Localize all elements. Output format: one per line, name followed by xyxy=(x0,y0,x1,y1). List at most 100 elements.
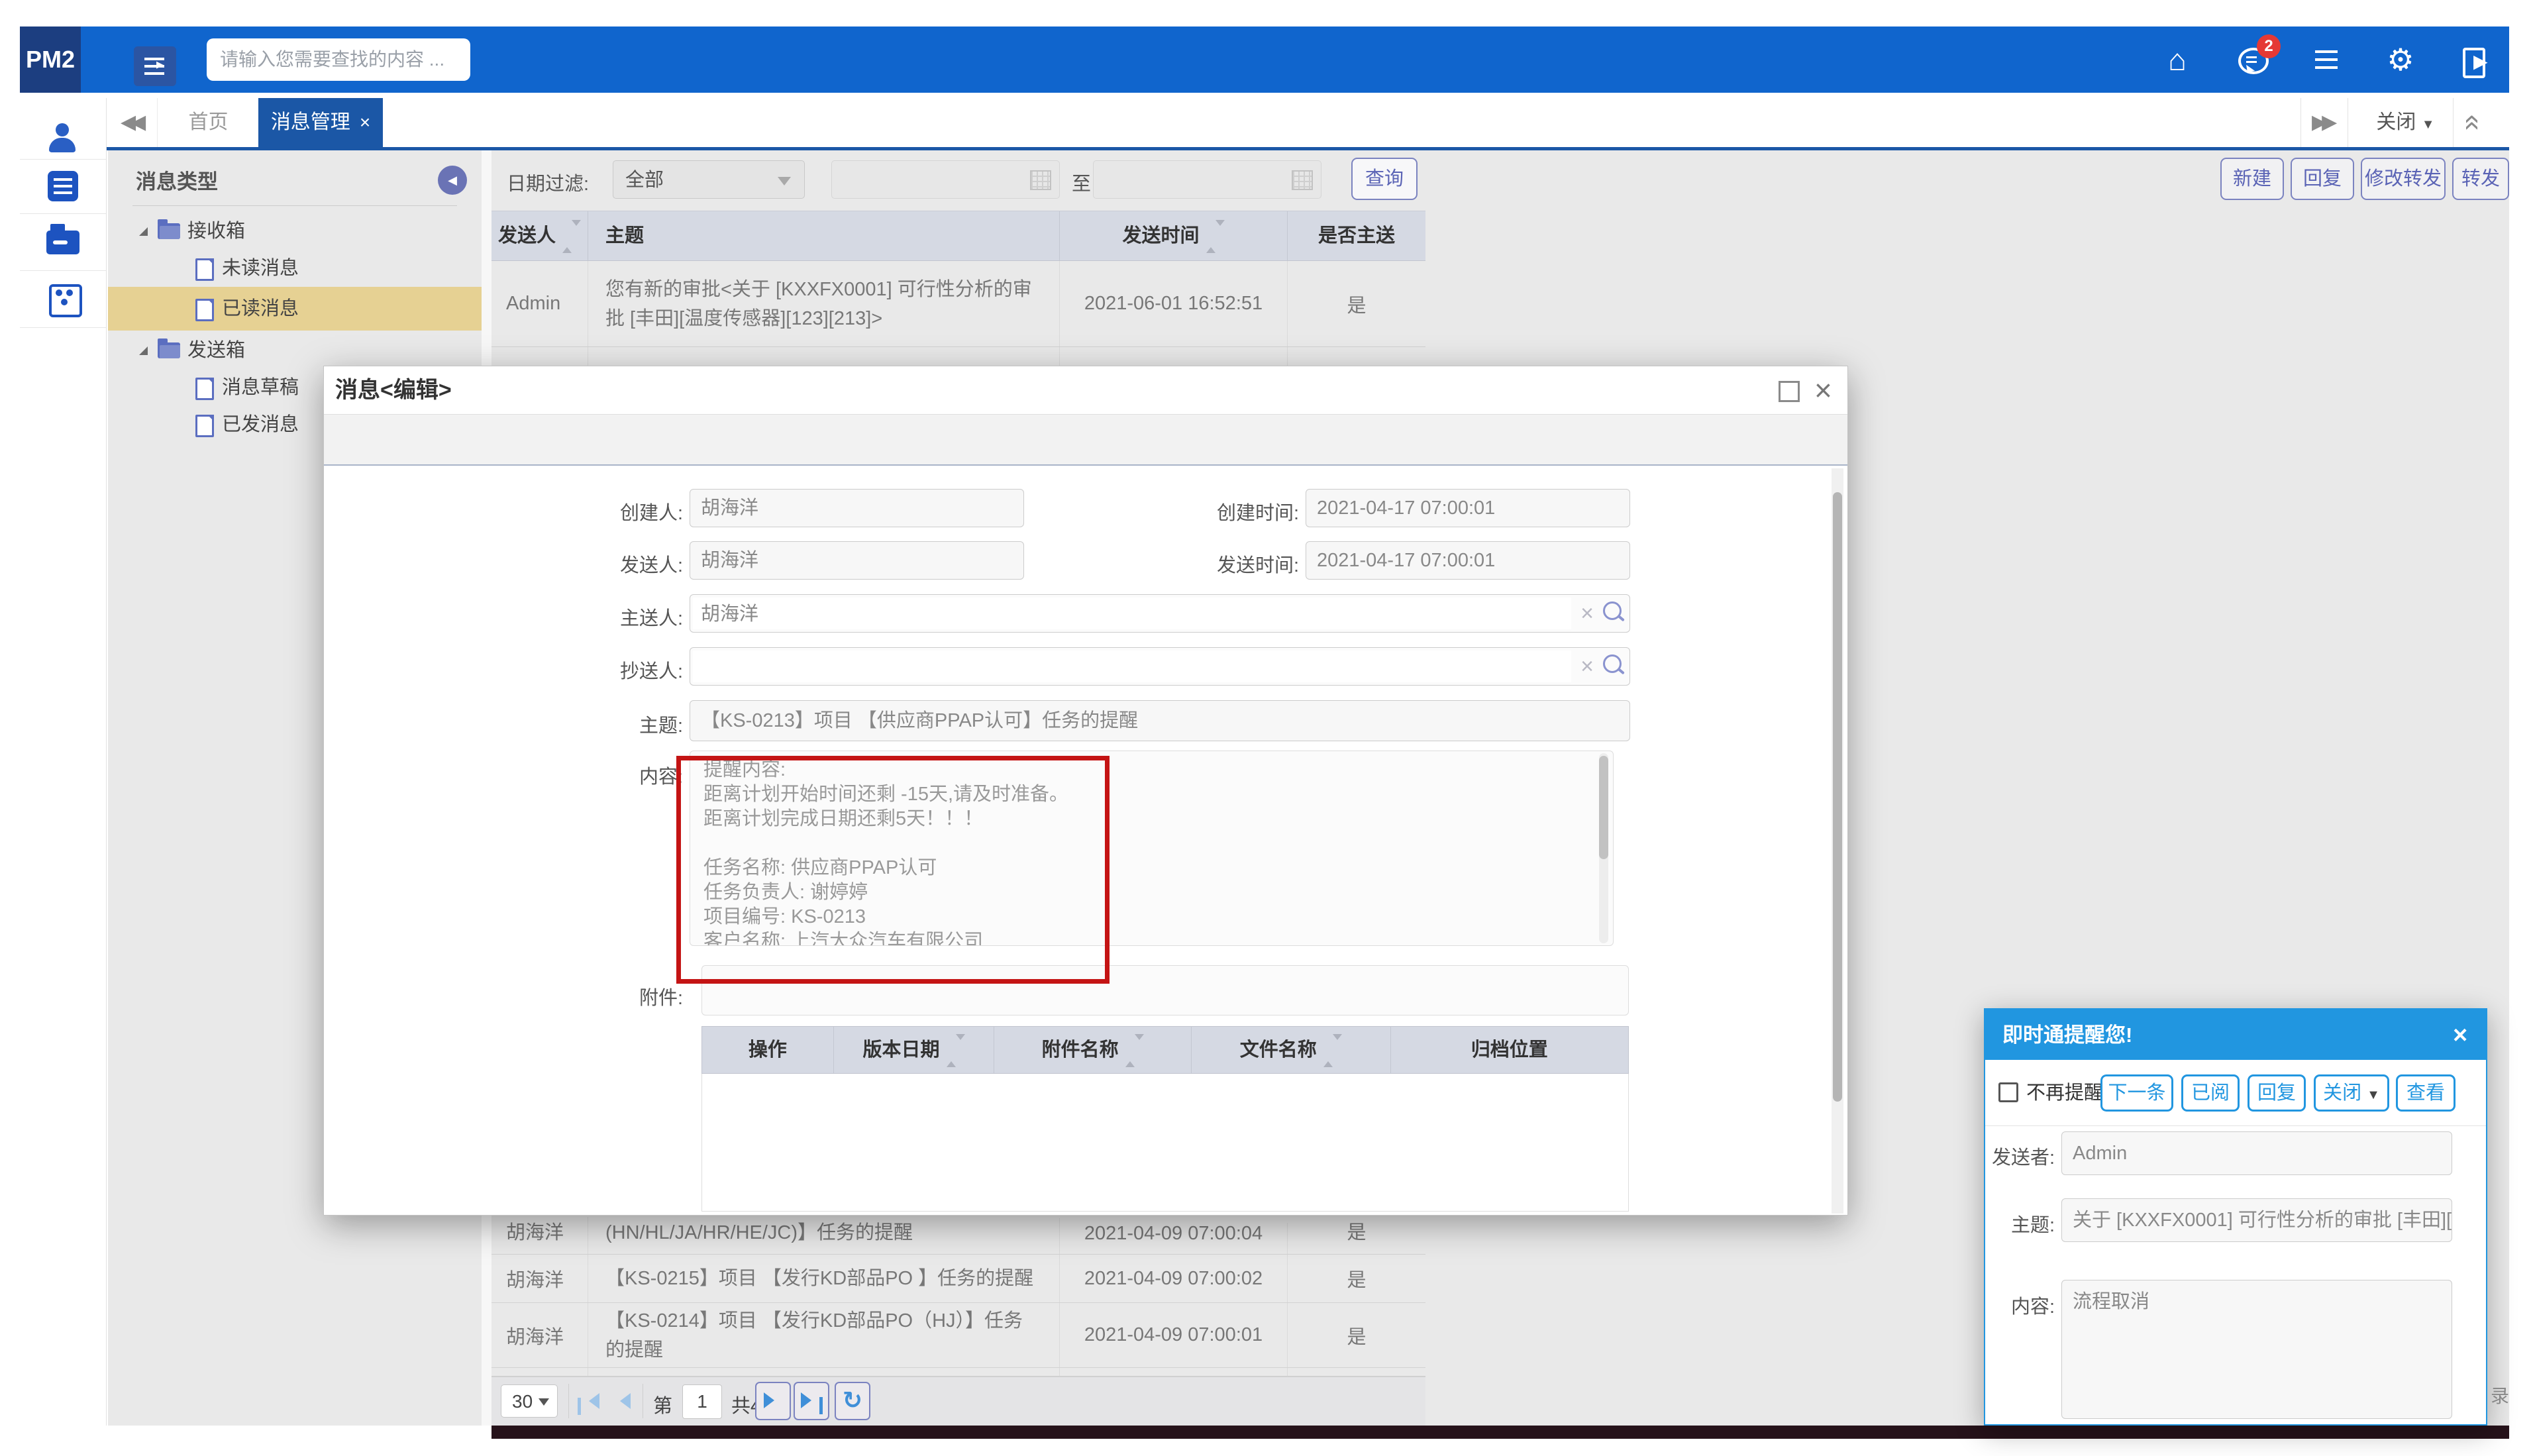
sort-icon[interactable] xyxy=(947,1027,965,1074)
task-list-icon[interactable] xyxy=(48,171,78,201)
col-attachment-name[interactable]: 附件名称 xyxy=(994,1027,1192,1073)
date-from-input[interactable] xyxy=(831,160,1060,199)
page-number-input[interactable]: 1 xyxy=(682,1384,722,1419)
calendar-icon[interactable] xyxy=(1292,170,1313,190)
tab-home[interactable]: 首页 xyxy=(157,98,260,147)
next-page-button[interactable] xyxy=(755,1382,791,1420)
modify-forward-button[interactable]: 修改转发 xyxy=(2361,158,2446,200)
notification-toolbar: 不再提醒 下一条 已阅 回复 关闭 ▼ 查看 xyxy=(1985,1060,2486,1126)
table-row[interactable]: Admin 您有新的审批<关于 [KXXFX0001] 可行性分析的审批 [丰田… xyxy=(491,261,1425,347)
calendar-icon[interactable] xyxy=(1030,170,1051,190)
message-edit-modal: 消息<编辑> × 创建人: 胡海洋 创建时间: 2021-04-17 07:00… xyxy=(323,366,1848,1216)
table-row[interactable]: 胡海洋 【KS-0214】项目 【发行KD部品PO（HJ）】任务的提醒 2021… xyxy=(491,1303,1425,1368)
notif-subject-field[interactable]: 关于 [KXXFX0001] 可行性分析的审批 [丰田][温度传感 xyxy=(2061,1198,2452,1242)
notif-content-textarea[interactable]: 流程取消 xyxy=(2061,1280,2452,1419)
menu-icon xyxy=(2315,58,2338,61)
col-version-date[interactable]: 版本日期 xyxy=(834,1027,995,1073)
tree-expander-icon[interactable] xyxy=(139,227,148,236)
chevron-down-icon: ▼ xyxy=(2367,1088,2380,1102)
tree-item-inbox[interactable]: 接收箱 xyxy=(108,213,482,250)
created-time-field[interactable]: 2021-04-17 07:00:01 xyxy=(1306,489,1630,527)
modal-scrollbar[interactable] xyxy=(1832,468,1843,1214)
subject-label: 主题: xyxy=(537,710,683,738)
messages-button[interactable]: 2 xyxy=(2233,41,2270,78)
content-scrollbar[interactable] xyxy=(1599,753,1608,943)
close-tab-icon[interactable]: × xyxy=(360,112,370,132)
page-size-select[interactable]: 30 xyxy=(501,1384,558,1418)
next-item-button[interactable]: 下一条 xyxy=(2100,1074,2173,1112)
user-icon[interactable] xyxy=(48,123,78,155)
collapse-tabbar-icon[interactable]: « xyxy=(2449,115,2498,130)
scrollbar-thumb[interactable] xyxy=(1599,756,1608,859)
settings-button[interactable]: ⚙ xyxy=(2382,41,2419,78)
mark-read-button[interactable]: 已阅 xyxy=(2181,1074,2240,1112)
tree-item-read[interactable]: 已读消息 xyxy=(108,287,482,331)
sort-icon[interactable] xyxy=(1125,1027,1144,1074)
date-to-input[interactable] xyxy=(1093,160,1321,199)
close-icon[interactable]: × xyxy=(2453,1010,2467,1061)
scroll-tabs-left-icon[interactable]: ◀◀ xyxy=(121,98,140,147)
clipped-edge-text: 录 xyxy=(2491,1382,2509,1408)
scroll-tabs-right-icon[interactable]: ▶▶ xyxy=(2312,98,2332,147)
sent-time-field[interactable]: 2021-04-17 07:00:01 xyxy=(1306,541,1630,580)
org-structure-icon[interactable] xyxy=(49,284,82,317)
tree-item-unread[interactable]: 未读消息 xyxy=(108,250,482,287)
collapse-panel-button[interactable]: ◀ xyxy=(438,166,467,195)
table-row[interactable]: 胡海洋 【KS-0215】项目 【发行KD部品PO 】任务的提醒 2021-04… xyxy=(491,1255,1425,1303)
sort-icon[interactable] xyxy=(562,212,581,261)
subject-field[interactable]: 【KS-0213】项目 【供应商PPAP认可】任务的提醒 xyxy=(690,700,1630,741)
close-dropdown-button[interactable]: 关闭 ▼ xyxy=(2314,1074,2389,1112)
to-field[interactable]: 胡海洋 × xyxy=(690,594,1630,633)
search-lookup-icon[interactable] xyxy=(1603,601,1622,620)
clear-icon[interactable]: × xyxy=(1580,654,1594,678)
prev-page-icon[interactable] xyxy=(612,1393,631,1412)
scrollbar-thumb[interactable] xyxy=(1833,492,1842,1102)
forward-button[interactable]: 转发 xyxy=(2452,158,2509,200)
creator-field[interactable]: 胡海洋 xyxy=(690,489,1024,527)
reply-button[interactable]: 回复 xyxy=(2248,1074,2306,1112)
sender-field[interactable]: 胡海洋 xyxy=(690,541,1024,580)
cc-field[interactable]: × xyxy=(690,647,1630,686)
unread-badge: 2 xyxy=(2257,34,2281,58)
logout-arrow-icon: ▶ xyxy=(2473,50,2488,72)
col-subject[interactable]: 主题 xyxy=(588,211,1060,260)
sort-icon[interactable] xyxy=(1206,212,1225,261)
sidebar-toggle-button[interactable]: ▸ xyxy=(134,46,176,86)
date-range-select[interactable]: 全部 xyxy=(613,160,805,199)
sort-icon[interactable] xyxy=(1323,1027,1342,1074)
tree-item-outbox[interactable]: 发送箱 xyxy=(108,332,482,369)
col-sender[interactable]: 发送人 xyxy=(491,211,588,260)
tree-expander-icon[interactable] xyxy=(139,346,148,355)
search-lookup-icon[interactable] xyxy=(1603,654,1622,673)
annotation-red-box xyxy=(676,756,1110,984)
logout-button[interactable]: ▶ xyxy=(2456,41,2493,78)
col-archive-location[interactable]: 归档位置 xyxy=(1391,1027,1628,1073)
col-sent-time[interactable]: 发送时间 xyxy=(1060,211,1288,260)
app-logo: PM2 xyxy=(20,26,81,93)
col-file-name[interactable]: 文件名称 xyxy=(1192,1027,1391,1073)
query-button[interactable]: 查询 xyxy=(1351,158,1418,200)
new-button[interactable]: 新建 xyxy=(2220,158,2284,200)
search-input[interactable] xyxy=(207,38,470,81)
close-icon[interactable]: × xyxy=(1814,370,1832,410)
notif-sender-field[interactable]: Admin xyxy=(2061,1131,2452,1175)
last-page-button[interactable] xyxy=(794,1382,829,1420)
close-tabs-dropdown[interactable]: 关闭 ▼ xyxy=(2358,98,2453,147)
printer-icon[interactable] xyxy=(46,231,79,254)
maximize-icon[interactable] xyxy=(1779,381,1800,402)
home-button[interactable]: ⌂ xyxy=(2159,41,2196,78)
menu-button[interactable] xyxy=(2307,41,2344,78)
to-label: 主送人: xyxy=(537,603,683,631)
view-button[interactable]: 查看 xyxy=(2396,1074,2455,1112)
file-icon xyxy=(195,258,214,281)
chevron-down-icon: ▼ xyxy=(2422,117,2435,132)
reply-button[interactable]: 回复 xyxy=(2291,158,2354,200)
refresh-button[interactable]: ↻ xyxy=(835,1382,870,1420)
tab-message-management[interactable]: 消息管理× xyxy=(258,98,383,147)
clear-icon[interactable]: × xyxy=(1580,601,1594,625)
dont-remind-checkbox[interactable] xyxy=(1998,1082,2018,1102)
col-operation[interactable]: 操作 xyxy=(702,1027,834,1073)
first-page-icon[interactable] xyxy=(578,1393,599,1415)
cc-label: 抄送人: xyxy=(537,656,683,684)
col-is-main[interactable]: 是否主送 xyxy=(1288,211,1425,260)
